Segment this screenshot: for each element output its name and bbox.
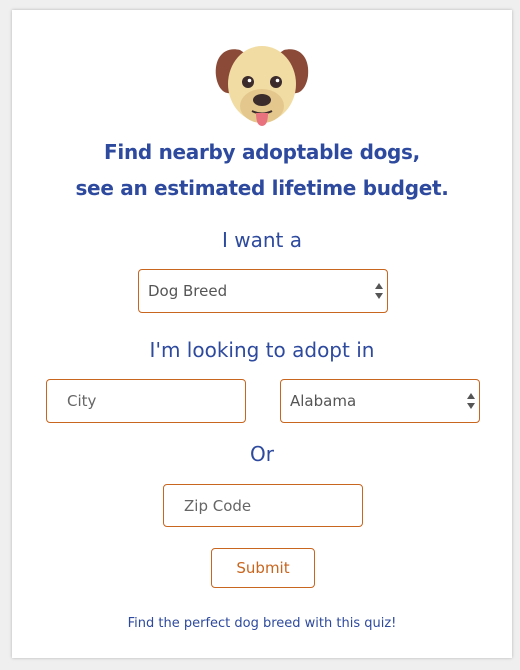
select-arrows-icon <box>467 393 475 409</box>
dog-face-icon <box>215 46 309 126</box>
headline-line-1: Find nearby adoptable dogs, <box>104 140 420 164</box>
state-select-value: Alabama <box>290 392 357 410</box>
headline-line-2: see an estimated lifetime budget. <box>75 176 449 200</box>
location-label: I'm looking to adopt in <box>149 338 375 362</box>
breed-select[interactable]: Dog Breed <box>138 269 388 313</box>
city-input[interactable]: City <box>46 379 246 423</box>
city-input-placeholder: City <box>67 392 97 410</box>
adoption-form-card: Find nearby adoptable dogs, see an estim… <box>12 10 512 658</box>
or-label: Or <box>250 442 274 466</box>
want-label: I want a <box>222 228 302 252</box>
zip-code-input[interactable]: Zip Code <box>163 484 363 527</box>
breed-select-value: Dog Breed <box>148 282 228 300</box>
submit-button[interactable]: Submit <box>211 548 315 588</box>
zip-code-placeholder: Zip Code <box>184 497 252 515</box>
breed-quiz-link[interactable]: Find the perfect dog breed with this qui… <box>12 616 512 631</box>
select-arrows-icon <box>375 283 383 299</box>
state-select[interactable]: Alabama <box>280 379 480 423</box>
